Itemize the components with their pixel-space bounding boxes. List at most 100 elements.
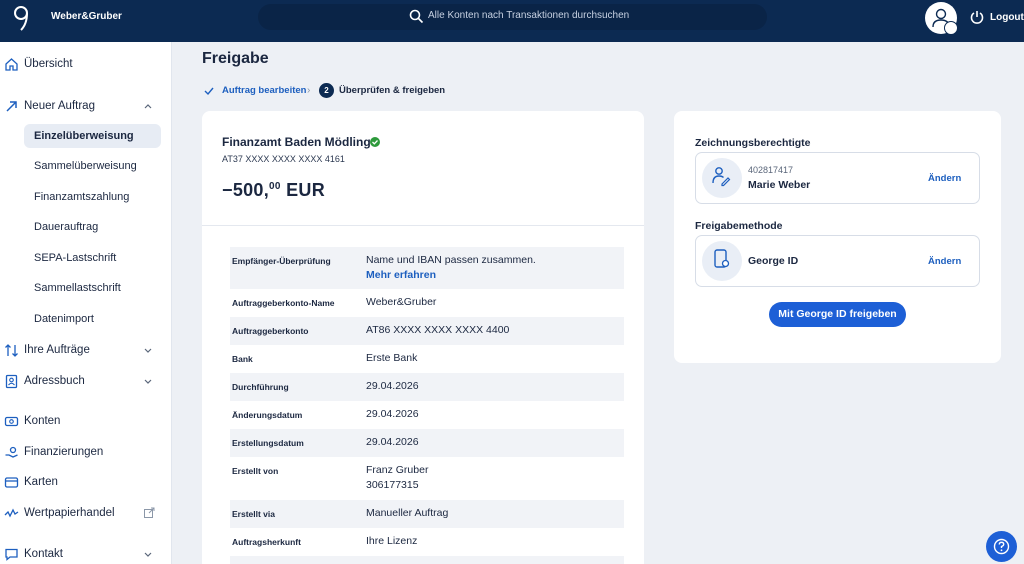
detail-row: Erstellt von Franz Gruber 306177315 (230, 457, 624, 500)
subitem-label: Einzelüberweisung (34, 130, 134, 142)
george-logo-icon[interactable] (12, 4, 32, 34)
card-icon (4, 476, 19, 488)
sidebar-item-label: Konten (24, 415, 61, 427)
detail-label: Bank (232, 354, 253, 364)
sidebar-item-label: Kontakt (24, 548, 63, 560)
detail-value: 29.04.2026 (366, 436, 419, 448)
detail-value: Erste Bank (366, 352, 418, 364)
subitem-data-import[interactable]: Datenimport (0, 307, 170, 331)
detail-row (230, 556, 624, 564)
sidebar-item-accounts[interactable]: Konten (0, 407, 170, 435)
sidebar-item-contact[interactable]: Kontakt (0, 540, 170, 564)
subitem-standing-order[interactable]: Dauerauftrag (0, 215, 170, 239)
financing-icon (5, 446, 18, 458)
step-number-badge: 2 (319, 83, 334, 98)
detail-row: Bank Erste Bank (230, 345, 624, 373)
amount-sign: − (222, 180, 233, 200)
signatory-name: Marie Weber (748, 179, 811, 191)
subitem-label: Sammelüberweisung (34, 160, 137, 172)
details-table: Empfänger-Überprüfung Name und IBAN pass… (230, 247, 624, 564)
sidebar-item-financing[interactable]: Finanzierungen (0, 438, 170, 466)
detail-row: Erstellt via Manueller Auftrag (230, 500, 624, 528)
sidebar-item-your-orders[interactable]: Ihre Aufträge (0, 336, 170, 364)
accounts-icon (4, 416, 19, 426)
approve-with-george-id-button[interactable]: Mit George ID freigeben (769, 302, 906, 327)
amount: −500,00 EUR (222, 180, 325, 201)
subitem-label: Sammellastschrift (34, 282, 121, 294)
detail-label: Auftragsherkunft (232, 537, 301, 547)
phone-id-icon (714, 249, 730, 268)
sidebar-item-cards[interactable]: Karten (0, 468, 170, 496)
amount-currency: EUR (286, 180, 325, 200)
chevron-down-icon (144, 552, 152, 557)
sidebar-item-label: Übersicht (24, 58, 73, 70)
signatory-id: 402817417 (748, 165, 794, 175)
sidebar-item-new-order[interactable]: Neuer Auftrag (0, 92, 170, 120)
amount-value: 500, (232, 180, 270, 200)
detail-value: AT86 XXXX XXXX XXXX 4400 (366, 324, 510, 336)
detail-label: Erstellungsdatum (232, 438, 304, 448)
order-summary-card: Finanzamt Baden Mödling AT37 XXXX XXXX X… (202, 111, 644, 564)
detail-label: Erstellt via (232, 509, 275, 519)
subitem-batch-direct-debit[interactable]: Sammellastschrift (0, 276, 170, 300)
sidebar-item-label: Wertpapierhandel (24, 507, 115, 519)
sidebar-item-label: Neuer Auftrag (24, 100, 95, 112)
logout-button[interactable]: Logout (969, 9, 1024, 25)
subitem-single-transfer[interactable]: Einzelüberweisung (0, 124, 170, 148)
detail-row: Erstellungsdatum 29.04.2026 (230, 429, 624, 457)
verified-check-icon (370, 137, 380, 147)
detail-value-secondary: 306177315 (366, 479, 419, 491)
sidebar-item-label: Ihre Aufträge (24, 344, 90, 356)
subitem-label: SEPA-Lastschrift (34, 252, 117, 264)
help-button[interactable] (986, 531, 1017, 562)
subitem-sepa-direct-debit[interactable]: SEPA-Lastschrift (0, 246, 170, 270)
address-book-icon (5, 374, 18, 388)
power-icon (970, 11, 984, 24)
payee-name: Finanzamt Baden Mödling (222, 135, 371, 149)
help-icon (993, 538, 1010, 555)
sidebar-item-address-book[interactable]: Adressbuch (0, 367, 170, 395)
sidebar-item-securities[interactable]: Wertpapierhandel (0, 499, 170, 527)
search-bar[interactable]: Alle Konten nach Transaktionen durchsuch… (258, 4, 767, 30)
subitem-label: Dauerauftrag (34, 221, 99, 233)
detail-label: Auftraggeberkonto-Name (232, 298, 335, 308)
logout-label: Logout (990, 11, 1024, 23)
change-method-button[interactable]: Ändern (928, 256, 961, 267)
step-edit-order[interactable]: Auftrag bearbeiten (222, 85, 306, 96)
approval-card: Zeichnungsberechtigte 402817417 Marie We… (674, 111, 1001, 363)
detail-value: Ihre Lizenz (366, 535, 418, 547)
sidebar: Übersicht Neuer Auftrag Einzelüberweisun… (0, 42, 172, 564)
learn-more-link[interactable]: Mehr erfahren (366, 269, 436, 281)
signatory-box: 402817417 Marie Weber Ändern (695, 152, 980, 204)
amount-decimals: 00 (269, 181, 281, 192)
sidebar-item-label: Finanzierungen (24, 446, 104, 458)
approval-method-name: George ID (748, 255, 799, 267)
payee-iban: AT37 XXXX XXXX XXXX 4161 (222, 154, 345, 164)
home-icon (5, 57, 18, 71)
change-signatory-button[interactable]: Ändern (928, 173, 961, 184)
subitem-label: Datenimport (34, 313, 94, 325)
sidebar-item-label: Karten (24, 476, 58, 488)
detail-label: Durchführung (232, 382, 289, 392)
settings-badge-icon[interactable] (944, 21, 958, 35)
sidebar-item-overview[interactable]: Übersicht (0, 50, 170, 78)
detail-row: Änderungsdatum 29.04.2026 (230, 401, 624, 429)
detail-row: Empfänger-Überprüfung Name und IBAN pass… (230, 247, 624, 289)
transfer-arrows-icon (5, 343, 18, 357)
arrow-up-right-icon (6, 100, 17, 112)
detail-row: Auftraggeberkonto-Name Weber&Gruber (230, 289, 624, 317)
approval-method-box: George ID Ändern (695, 235, 980, 287)
detail-value: Weber&Gruber (366, 296, 437, 308)
chevron-up-icon (144, 104, 152, 109)
detail-value: Franz Gruber (366, 464, 429, 476)
detail-label: Änderungsdatum (232, 410, 303, 420)
detail-row: Auftraggeberkonto AT86 XXXX XXXX XXXX 44… (230, 317, 624, 345)
chat-icon (5, 548, 18, 561)
divider (202, 225, 644, 226)
user-edit-icon (712, 167, 731, 187)
search-placeholder: Alle Konten nach Transaktionen durchsuch… (428, 10, 630, 21)
detail-label: Empfänger-Überprüfung (232, 256, 331, 266)
chevron-right-icon: › (307, 85, 311, 96)
subitem-batch-transfer[interactable]: Sammelüberweisung (0, 154, 170, 178)
subitem-tax-payment[interactable]: Finanzamtszahlung (0, 185, 170, 209)
